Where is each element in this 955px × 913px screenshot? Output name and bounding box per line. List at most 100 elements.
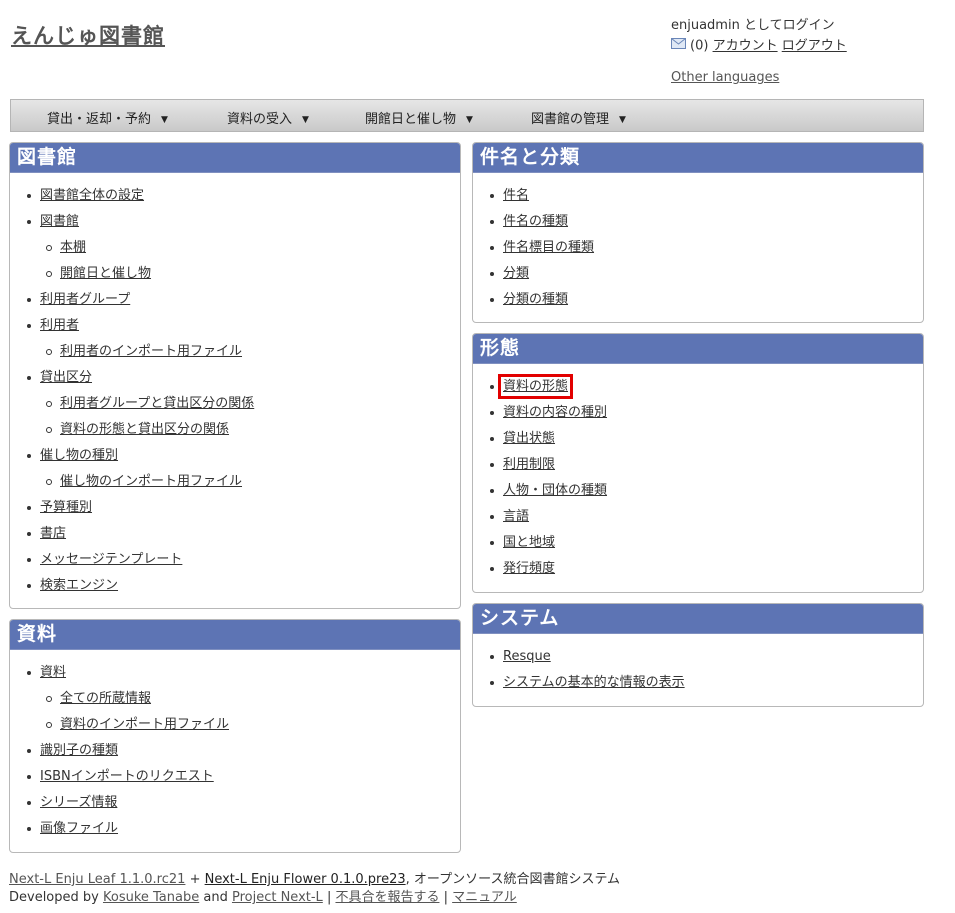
menu-link[interactable]: 全ての所蔵情報 [60,691,151,706]
list-item: ISBNインポートのリクエスト [10,764,460,790]
menu-link[interactable]: システムの基本的な情報の表示 [503,675,685,690]
list-item: 利用者グループ [10,287,460,313]
list-item: 利用制限 [473,452,923,478]
menu-link[interactable]: 資料の形態と貸出区分の関係 [60,422,229,437]
list-item: システムの基本的な情報の表示 [473,670,923,696]
menu-link[interactable]: 貸出区分 [40,370,92,385]
list-item: 本棚 [10,235,460,261]
menu-link[interactable]: 資料のインポート用ファイル [60,717,229,732]
mail-icon[interactable] [671,36,686,56]
caret-down-icon: ▼ [619,115,626,125]
and-text: and [199,890,232,905]
list-item: 資料 [10,660,460,686]
nav-acquisition-menu[interactable]: 資料の受入 ▼ [227,108,309,127]
menu-link[interactable]: 検索エンジン [40,578,118,593]
forms-panel: 形態 資料の形態資料の内容の種別 貸出状態利用制限人物・団体の種類 言語国と地域発行… [472,333,924,593]
panel-title: 形態 [473,334,923,364]
logout-link[interactable]: ログアウト [782,39,847,54]
list-item: 貸出状態 [473,426,923,452]
other-languages-link[interactable]: Other languages [671,70,779,85]
nav-checkout-menu[interactable]: 貸出・返却・予約 ▼ [47,108,168,127]
login-status: enjuadmin としてログイン [671,18,835,33]
enju-leaf-link[interactable]: Next-L Enju Leaf 1.1.0.rc21 [9,872,185,887]
list-item: 件名の種類 [473,209,923,235]
resources-list: 資料全ての所蔵情報資料のインポート用ファイル識別子の種類 ISBNインポートのリク… [10,650,460,842]
menu-link[interactable]: 発行頻度 [503,561,555,576]
footer: Next-L Enju Leaf 1.1.0.rc21 + Next-L Enj… [9,871,620,907]
resources-panel: 資料 資料全ての所蔵情報資料のインポート用ファイル識別子の種類 ISBNインポート… [9,619,461,853]
menu-link[interactable]: 催し物のインポート用ファイル [60,474,242,489]
menu-link[interactable]: 利用者グループと貸出区分の関係 [60,396,254,411]
menu-link[interactable]: 国と地域 [503,535,555,550]
enju-flower-link[interactable]: Next-L Enju Flower 0.1.0.pre23 [205,872,406,887]
list-item: 利用者のインポート用ファイル [10,339,460,365]
menu-link[interactable]: 書店 [40,526,66,541]
menu-link[interactable]: 言語 [503,509,529,524]
nav-events-menu[interactable]: 開館日と催し物 ▼ [365,108,473,127]
user-area: enjuadmin としてログイン (0) アカウント ログアウト [671,16,847,57]
menu-link[interactable]: メッセージテンプレート [40,552,182,567]
menu-link[interactable]: 予算種別 [40,500,92,515]
manual-link[interactable]: マニュアル [452,890,517,905]
menu-link[interactable]: 利用者のインポート用ファイル [60,344,242,359]
menu-link[interactable]: 件名の種類 [503,214,568,229]
developed-by-text: Developed by [9,890,103,905]
library-panel: 図書館 図書館全体の設定 図書館 本棚 開館日と催し物 利用者グループ 利用者 利用者のイン… [9,142,461,609]
menu-link[interactable]: 利用制限 [503,457,555,472]
list-item: 催し物のインポート用ファイル [10,469,460,495]
message-count: (0) [690,38,709,54]
menu-link[interactable]: 本棚 [60,240,86,255]
system-panel: システム Resque システムの基本的な情報の表示 [472,603,924,707]
menu-link[interactable]: 利用者 [40,318,79,333]
separator: | [439,890,453,905]
list-item: 件名 [473,183,923,209]
menu-link[interactable]: 画像ファイル [40,821,118,836]
panel-title: 資料 [10,620,460,650]
list-item: シリーズ情報 [10,790,460,816]
menu-link[interactable]: 図書館 [40,214,79,229]
list-item: 件名標目の種類 [473,235,923,261]
panel-title: システム [473,604,923,634]
panel-title: 件名と分類 [473,143,923,173]
nav-label: 資料の受入 [227,112,293,127]
site-title-link[interactable]: えんじゅ図書館 [11,20,165,50]
menu-link[interactable]: 識別子の種類 [40,743,118,758]
caret-down-icon: ▼ [302,115,309,125]
subjects-list: 件名件名の種類件名標目の種類 分類分類の種類 [473,173,923,313]
menu-link[interactable]: 分類 [503,266,529,281]
list-item: 資料の形態と貸出区分の関係 [10,417,460,443]
list-item: メッセージテンプレート [10,547,460,573]
plus-text: + [185,872,205,887]
project-link[interactable]: Project Next-L [232,890,323,905]
forms-list: 資料の形態資料の内容の種別 貸出状態利用制限人物・団体の種類 言語国と地域発行頻度 [473,364,923,582]
nav-label: 開館日と催し物 [365,112,457,127]
caret-down-icon: ▼ [161,115,168,125]
panel-title: 図書館 [10,143,460,173]
list-item: 貸出区分 [10,365,460,391]
menu-link[interactable]: 件名 [503,188,529,203]
list-item: 全ての所蔵情報 [10,686,460,712]
list-item: Resque [473,644,923,670]
menu-link[interactable]: 催し物の種別 [40,448,118,463]
report-bug-link[interactable]: 不具合を報告する [335,890,439,905]
menu-link[interactable]: 件名標目の種類 [503,240,594,255]
menu-link[interactable]: 資料の内容の種別 [503,405,607,420]
author-link[interactable]: Kosuke Tanabe [103,890,199,905]
list-item: 図書館全体の設定 [10,183,460,209]
library-list: 図書館全体の設定 図書館本棚開館日と催し物利用者グループ 利用者利用者のインポート用… [10,173,460,599]
menu-link[interactable]: シリーズ情報 [40,795,117,810]
menu-link[interactable]: 資料 [40,665,66,680]
menu-link[interactable]: 資料の形態 [497,374,574,399]
menu-link[interactable]: 図書館全体の設定 [40,188,144,203]
menu-link[interactable]: ISBNインポートのリクエスト [40,769,214,784]
list-item: 国と地域 [473,530,923,556]
menu-link[interactable]: Resque [503,649,551,664]
system-list: Resque システムの基本的な情報の表示 [473,634,923,696]
account-link[interactable]: アカウント [713,39,778,54]
nav-admin-menu[interactable]: 図書館の管理 ▼ [531,108,626,127]
menu-link[interactable]: 開館日と催し物 [60,266,151,281]
menu-link[interactable]: 利用者グループ [40,292,130,307]
menu-link[interactable]: 貸出状態 [503,431,555,446]
menu-link[interactable]: 人物・団体の種類 [503,483,607,498]
menu-link[interactable]: 分類の種類 [503,292,568,307]
